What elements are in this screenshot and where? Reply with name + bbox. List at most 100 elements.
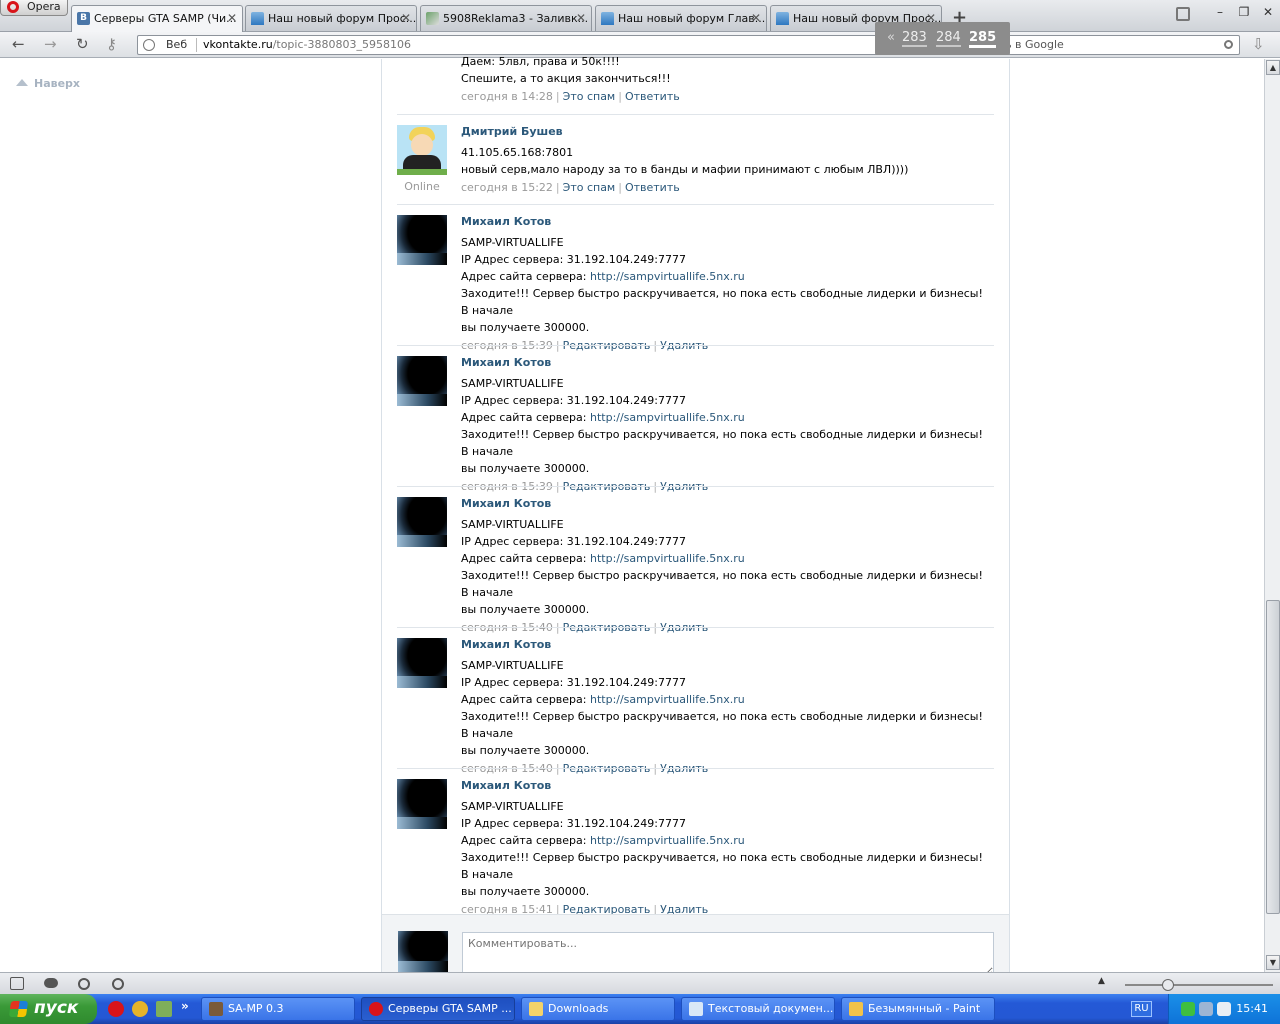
tab-close-icon[interactable]: ✕ (751, 11, 761, 25)
taskbar-item-samp[interactable]: SA-MP 0.3 (201, 997, 355, 1021)
opera-link-icon[interactable] (78, 978, 90, 990)
taskbar-item-downloads[interactable]: Downloads (521, 997, 675, 1021)
tab-title: Наш новый форум Глав... (618, 12, 766, 25)
post-author[interactable]: Дмитрий Бушев (461, 125, 991, 139)
post-text-line: IP Адрес сервера: 31.192.104.249:7777 (461, 817, 686, 830)
taskbar-item-notepad[interactable]: Текстовый докумен... (681, 997, 835, 1021)
turbo-icon[interactable] (112, 978, 124, 990)
windows-taskbar: пуск » SA-MP 0.3 Серверы GTA SAMP ... Do… (0, 994, 1280, 1024)
reload-icon[interactable]: ↻ (76, 37, 89, 52)
volume-tray-icon[interactable] (1217, 1002, 1231, 1016)
forward-arrow-icon[interactable]: → (44, 37, 57, 52)
post-text-line: Заходите!!! Сервер быстро раскручивается… (461, 428, 983, 458)
pagination-page-284[interactable]: 284 (936, 30, 961, 47)
post-text-line: Заходите!!! Сервер быстро раскручивается… (461, 287, 983, 317)
scroll-thumb[interactable] (1266, 600, 1280, 914)
post-author[interactable]: Михаил Котов (461, 638, 991, 652)
arrow-up-icon (16, 79, 28, 86)
taskbar-item-paint[interactable]: Безымянный - Paint (841, 997, 995, 1021)
post-text-line: IP Адрес сервера: 31.192.104.249:7777 (461, 676, 686, 689)
avatar[interactable] (397, 497, 447, 547)
network-quicklaunch-icon[interactable] (156, 1001, 172, 1017)
pagination-page-283[interactable]: 283 (902, 30, 927, 47)
post-author[interactable]: Михаил Котов (461, 356, 991, 370)
site-link[interactable]: http://sampvirtuallife.5nx.ru (590, 270, 745, 283)
post-author[interactable]: Михаил Котов (461, 779, 991, 793)
post-text-line: Адрес сайта сервера: http://sampvirtuall… (461, 832, 991, 849)
post-text-line: Адрес сайта сервера: http://sampvirtuall… (461, 550, 991, 567)
post-text-line: вы получаете 300000. (461, 744, 590, 757)
browser-tab-1[interactable]: В Серверы GTA SAMP (Чи... ✕ (71, 5, 243, 32)
opera-unite-icon[interactable] (44, 978, 58, 988)
avatar[interactable] (397, 356, 447, 406)
tab-close-icon[interactable]: ✕ (401, 11, 411, 25)
restore-icon[interactable]: ❐ (1234, 4, 1254, 22)
scroll-to-top-link[interactable]: Наверх (16, 77, 80, 90)
browser-tab-3[interactable]: 5908Reklama3 - Заливк... ✕ (420, 5, 592, 31)
pagination-prev[interactable]: « (887, 30, 895, 45)
avatar[interactable] (397, 215, 447, 265)
opera-quicklaunch-icon[interactable] (108, 1001, 124, 1017)
close-window-icon[interactable]: ✕ (1258, 4, 1278, 22)
site-link[interactable]: http://sampvirtuallife.5nx.ru (590, 834, 745, 847)
start-button[interactable]: пуск (0, 994, 97, 1024)
panel-toggle-icon[interactable] (10, 977, 24, 990)
address-separator (196, 38, 197, 52)
antivirus-tray-icon[interactable] (1181, 1002, 1195, 1016)
site-label: Адрес сайта сервера: (461, 834, 590, 847)
comment-input[interactable] (462, 932, 994, 977)
taskbar-item-label: SA-MP 0.3 (228, 1002, 284, 1015)
post-text-line: SAMP-VIRTUALLIFE (461, 518, 564, 531)
scroll-down-icon[interactable]: ▼ (1266, 955, 1280, 970)
network-tray-icon[interactable] (1199, 1002, 1213, 1016)
post-time: сегодня в 15:22 (461, 181, 553, 194)
zoom-menu-icon[interactable]: ▲ (1098, 976, 1105, 986)
post-text-line: SAMP-VIRTUALLIFE (461, 236, 564, 249)
vertical-scrollbar[interactable]: ▲ ▼ (1264, 59, 1280, 972)
pagination-current-page: 285 (969, 30, 997, 48)
quicklaunch-more-icon[interactable]: » (181, 999, 189, 1013)
post-text-line: вы получаете 300000. (461, 603, 590, 616)
browser-tab-4[interactable]: Наш новый форум Глав... ✕ (595, 5, 767, 31)
address-field[interactable]: Веб vkontakte.ru/topic-3880803_5958106 (137, 35, 922, 55)
avatar[interactable] (397, 638, 447, 688)
url-path: /topic-3880803_5958106 (272, 38, 411, 51)
back-arrow-icon[interactable]: ← (12, 37, 25, 52)
post-text-line: Адрес сайта сервера: http://sampvirtuall… (461, 268, 991, 285)
post-author[interactable]: Михаил Котов (461, 215, 991, 229)
tab-close-icon[interactable]: ✕ (576, 11, 586, 25)
post-text-line: Адрес сайта сервера: http://sampvirtuall… (461, 691, 991, 708)
forum-favicon-icon (776, 12, 789, 25)
zoom-slider-handle[interactable] (1162, 979, 1174, 991)
folder-icon (529, 1002, 543, 1016)
language-indicator[interactable]: RU (1131, 1001, 1152, 1017)
post-text-line: Даем: 5лвл, права и 50к!!!! (461, 55, 620, 68)
post-text-line: IP Адрес сервера: 31.192.104.249:7777 (461, 394, 686, 407)
post-author[interactable]: Михаил Котов (461, 497, 991, 511)
report-spam-link[interactable]: Это спам (563, 90, 616, 103)
key-icon[interactable]: ⚷ (106, 37, 117, 52)
post-text-line: IP Адрес сервера: 31.192.104.249:7777 (461, 535, 686, 548)
warning-quicklaunch-icon[interactable] (132, 1001, 148, 1017)
post-divider (397, 486, 994, 487)
taskbar-item-opera[interactable]: Серверы GTA SAMP ... (361, 997, 515, 1021)
browser-tab-2[interactable]: Наш новый форум Прос... ✕ (245, 5, 417, 31)
zoom-slider[interactable] (1125, 984, 1273, 986)
reply-link[interactable]: Ответить (625, 181, 680, 194)
avatar[interactable] (397, 125, 447, 175)
site-link[interactable]: http://sampvirtuallife.5nx.ru (590, 693, 745, 706)
minimize-icon[interactable]: – (1210, 4, 1230, 22)
opera-menu-button[interactable]: Opera (0, 0, 68, 16)
site-link[interactable]: http://sampvirtuallife.5nx.ru (590, 552, 745, 565)
opera-app-icon (369, 1002, 383, 1016)
trash-icon[interactable] (1176, 7, 1190, 21)
search-icon[interactable] (1224, 40, 1233, 49)
post-time: сегодня в 14:28 (461, 90, 553, 103)
site-link[interactable]: http://sampvirtuallife.5nx.ru (590, 411, 745, 424)
avatar[interactable] (397, 779, 447, 829)
reply-link[interactable]: Ответить (625, 90, 680, 103)
scroll-up-icon[interactable]: ▲ (1266, 60, 1280, 75)
report-spam-link[interactable]: Это спам (563, 181, 616, 194)
tab-close-icon[interactable]: ✕ (227, 11, 237, 25)
download-icon[interactable]: ⇩ (1252, 37, 1265, 52)
